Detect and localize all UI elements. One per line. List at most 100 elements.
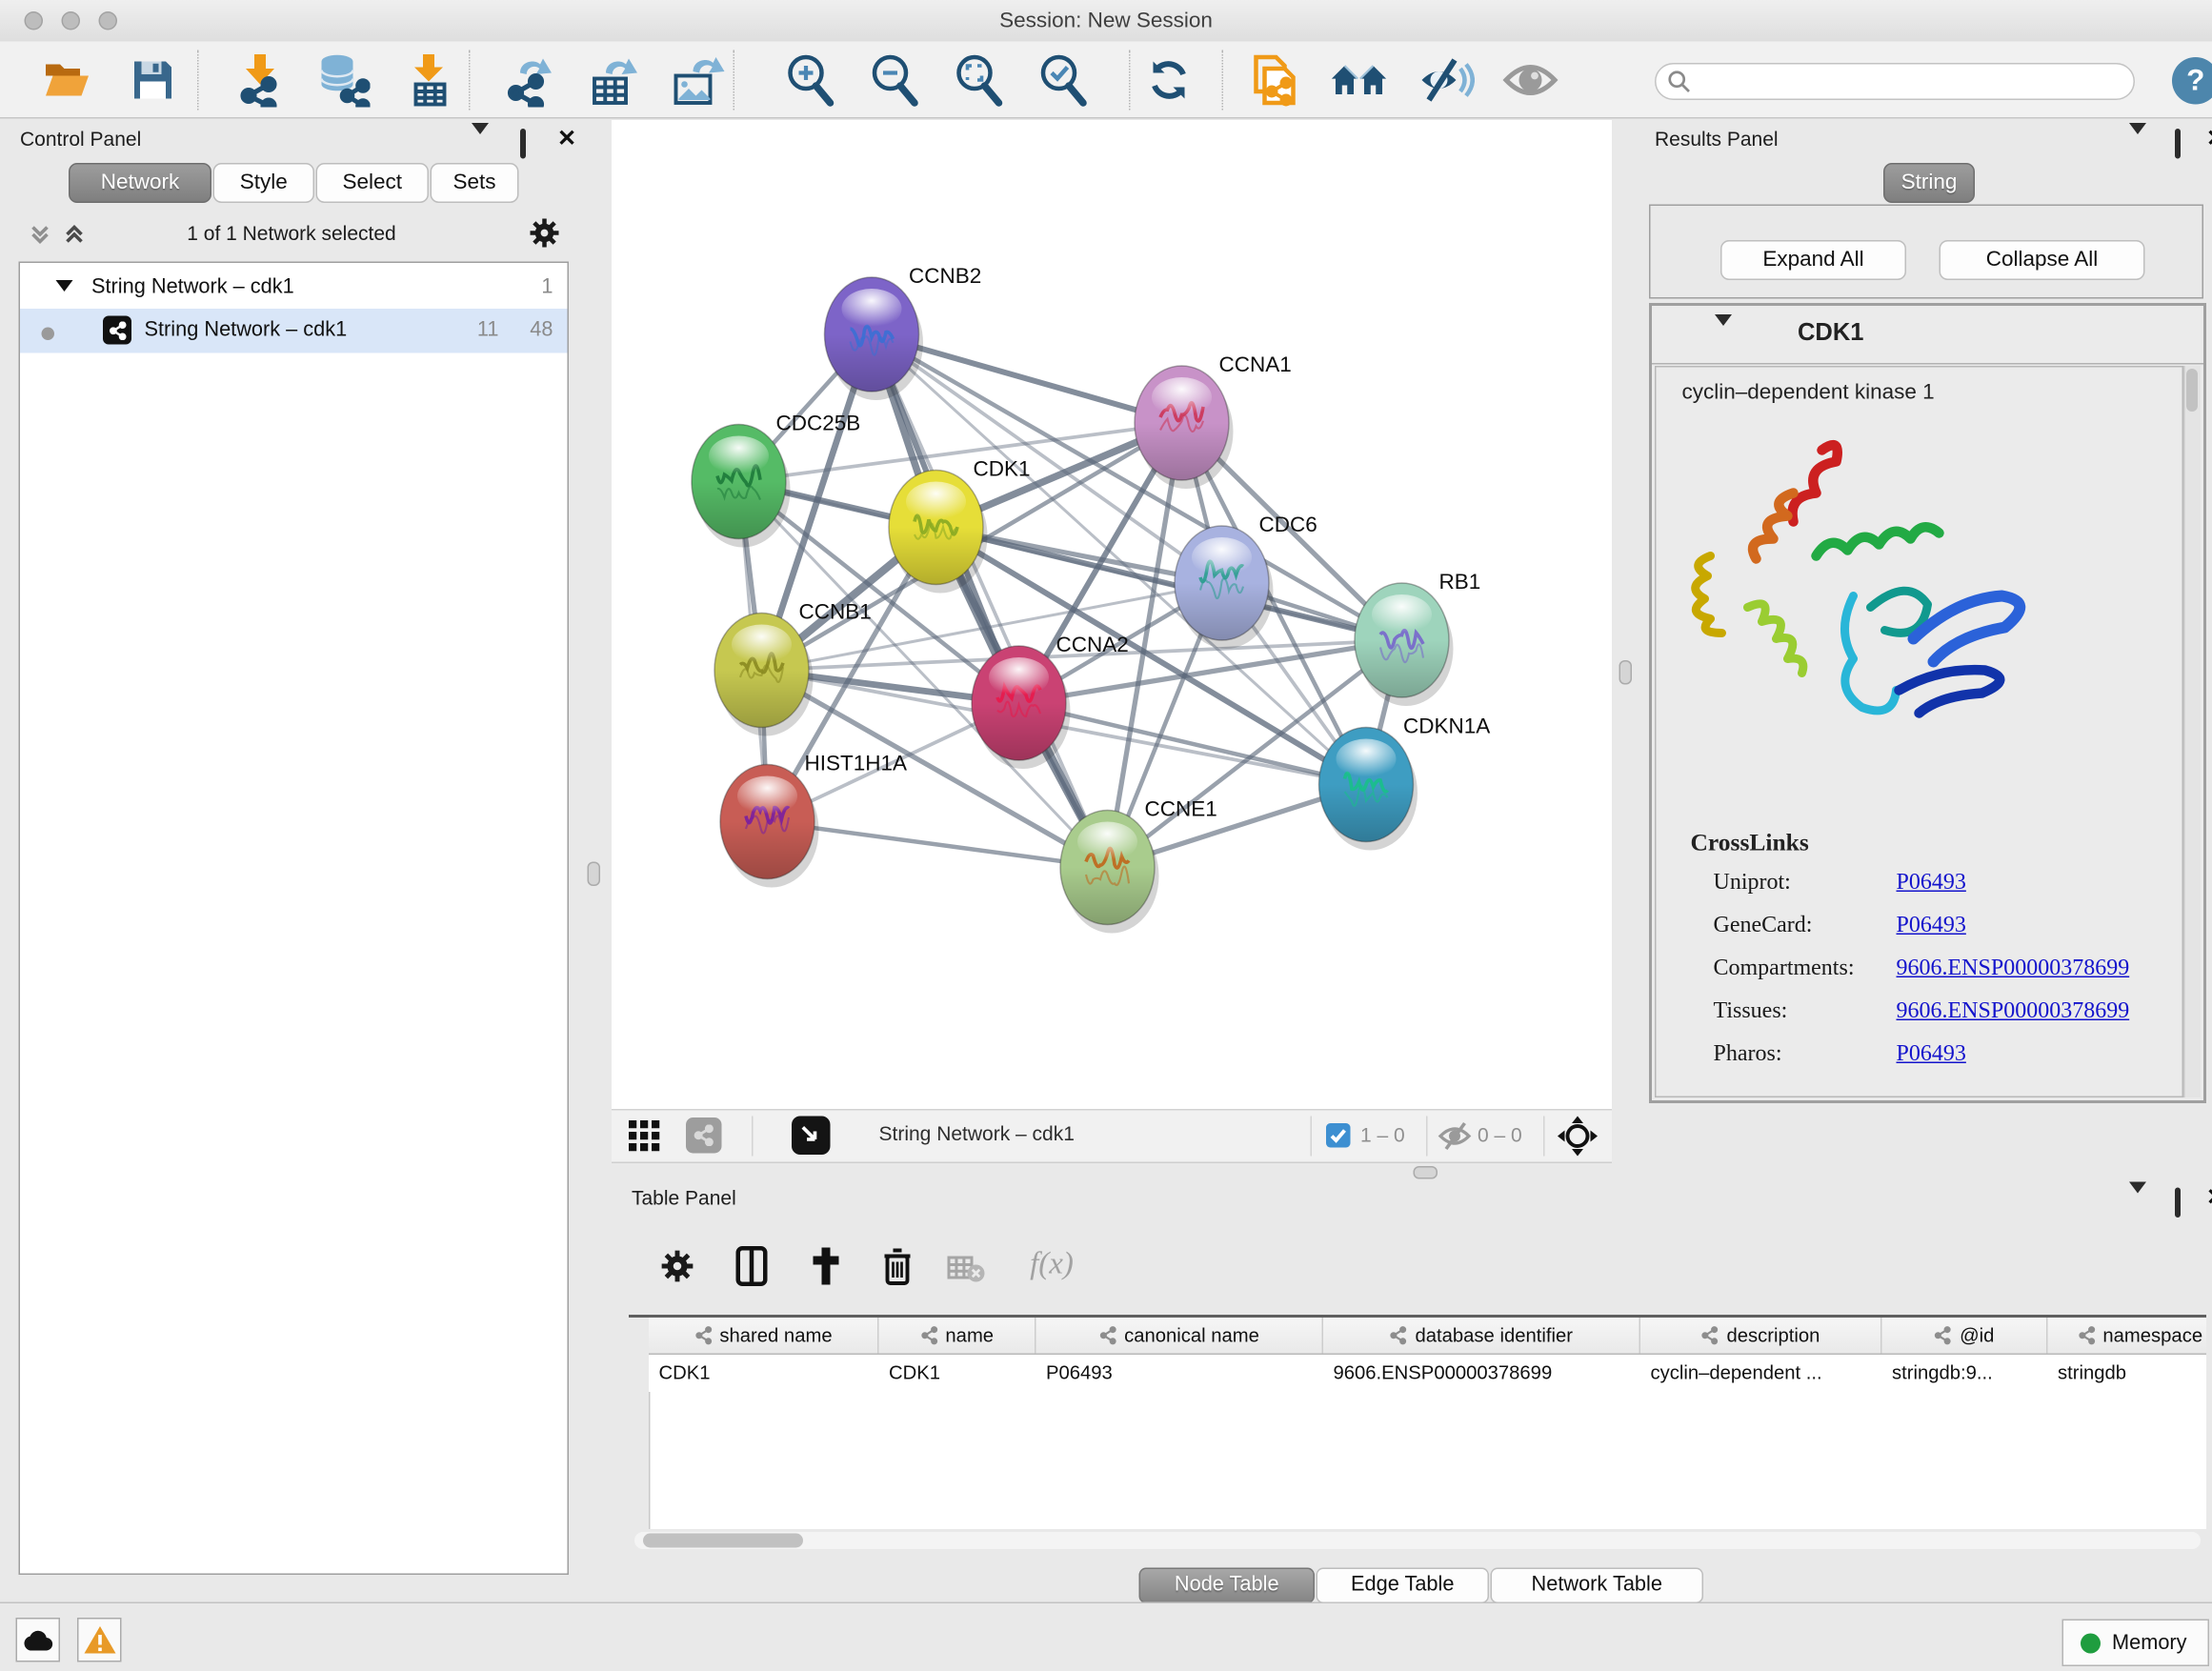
node-CCNA1[interactable]: CCNA1 (1135, 352, 1292, 489)
panel-close-icon[interactable]: ✕ (557, 131, 580, 153)
zoom-out-icon[interactable] (866, 51, 923, 109)
crosslink-value-link[interactable]: P06493 (1897, 914, 1966, 939)
tab-style[interactable]: Style (213, 163, 315, 203)
export-table-icon[interactable] (586, 51, 643, 109)
delete-table-icon[interactable] (943, 1246, 989, 1292)
crosslink-value-link[interactable]: 9606.ENSP00000378699 (1897, 999, 2130, 1025)
column-header-shared-name[interactable]: shared name (649, 1318, 879, 1354)
network-collection-row[interactable]: String Network – cdk1 1 (20, 268, 568, 310)
table-cell[interactable]: CDK1 (649, 1355, 879, 1392)
memory-button[interactable]: Memory (2062, 1620, 2210, 1667)
select-columns-icon[interactable] (729, 1243, 774, 1289)
table-horizontal-scrollbar[interactable] (634, 1532, 2201, 1549)
crosslink-value-link[interactable]: P06493 (1897, 871, 1966, 896)
node-HIST1H1A[interactable]: HIST1H1A (720, 752, 907, 888)
birds-eye-view-icon[interactable] (792, 1117, 831, 1156)
panel-float-icon[interactable] (520, 131, 543, 154)
splitter-handle[interactable] (1414, 1166, 1438, 1179)
node-label: CCNA1 (1219, 352, 1292, 376)
node-CCNE1[interactable]: CCNE1 (1060, 797, 1217, 934)
export-network-icon[interactable] (503, 51, 560, 109)
cloud-status-button[interactable] (16, 1618, 61, 1662)
node-label: CCNA2 (1056, 633, 1129, 656)
show-all-eye-icon[interactable] (1502, 51, 1559, 109)
zoom-selected-icon[interactable] (1035, 51, 1092, 109)
open-session-icon[interactable] (39, 51, 96, 109)
column-header-namespace[interactable]: namespace (2048, 1318, 2212, 1354)
column-header-canonical-name[interactable]: canonical name (1036, 1318, 1324, 1354)
search-input[interactable] (1699, 70, 2134, 94)
tab-edge-table[interactable]: Edge Table (1317, 1568, 1490, 1604)
tab-network-table[interactable]: Network Table (1491, 1568, 1704, 1604)
table-cell[interactable]: stringdb:9... (1882, 1355, 2048, 1392)
table-cell[interactable]: cyclin–dependent ... (1640, 1355, 1882, 1392)
import-network-from-database-icon[interactable] (314, 51, 372, 109)
network-row[interactable]: String Network – cdk1 11 48 (20, 309, 568, 353)
node-CDKN1A[interactable]: CDKN1A (1319, 715, 1491, 851)
table-cell[interactable]: CDK1 (879, 1355, 1036, 1392)
first-neighbors-icon[interactable] (1331, 51, 1388, 109)
table-cell[interactable]: P06493 (1036, 1355, 1324, 1392)
column-header--id[interactable]: @id (1882, 1318, 2048, 1354)
splitter-handle[interactable] (1619, 660, 1633, 685)
network-options-gear-icon[interactable] (529, 217, 560, 249)
current-network-title: String Network – cdk1 (879, 1122, 1075, 1145)
network-current-dot-icon (42, 328, 55, 341)
column-header-description[interactable]: description (1640, 1318, 1882, 1354)
search-field[interactable] (1655, 63, 2135, 100)
crosslink-value-link[interactable]: 9606.ENSP00000378699 (1897, 956, 2130, 982)
network-view-type-icon[interactable] (686, 1117, 722, 1154)
tab-sets[interactable]: Sets (431, 163, 519, 203)
panel-float-icon[interactable] (2175, 1191, 2198, 1214)
tab-node-table[interactable]: Node Table (1139, 1568, 1316, 1604)
panel-menu-icon[interactable] (2129, 1194, 2152, 1217)
add-column-icon[interactable] (803, 1243, 849, 1289)
table-cell[interactable]: 9606.ENSP00000378699 (1323, 1355, 1640, 1392)
network-canvas[interactable]: CCNB2CCNA1CDC25BCDK1CDC6RB1CCNB1CCNA2CDK… (612, 120, 1612, 1109)
table-cell[interactable]: stringdb (2048, 1355, 2212, 1392)
crosslink-value-link[interactable]: P06493 (1897, 1042, 1966, 1068)
refresh-layout-icon[interactable] (1140, 51, 1197, 109)
panel-float-icon[interactable] (2175, 131, 2198, 154)
edge-CCNB2-CCNE1[interactable] (872, 334, 1108, 868)
panel-close-icon[interactable]: ✕ (2206, 1189, 2212, 1212)
edge-CCNA2-CDKN1A[interactable] (1019, 703, 1367, 785)
zoom-fit-icon[interactable] (951, 51, 1008, 109)
collapse-all-button[interactable]: Collapse All (1940, 240, 2145, 280)
table-gear-icon[interactable] (654, 1243, 700, 1289)
splitter-handle[interactable] (588, 862, 601, 887)
tab-string[interactable]: String (1883, 163, 1975, 203)
table-scrollbar-thumb[interactable] (643, 1534, 803, 1548)
panel-close-icon[interactable]: ✕ (2206, 131, 2212, 153)
duplicate-network-icon[interactable] (1248, 51, 1305, 109)
function-builder-icon[interactable]: f(x) (1017, 1240, 1086, 1286)
node-RB1[interactable]: RB1 (1355, 570, 1480, 706)
results-scrollbar-thumb[interactable] (2186, 369, 2198, 412)
import-table-from-file-icon[interactable] (400, 51, 457, 109)
help-button[interactable]: ? (2172, 57, 2212, 105)
delete-column-icon[interactable] (875, 1243, 920, 1289)
gene-section-header[interactable]: CDK1 (1652, 306, 2203, 365)
export-image-icon[interactable] (669, 51, 726, 109)
section-expander-icon[interactable] (1715, 326, 1738, 349)
hide-selected-eye-icon[interactable] (1418, 51, 1475, 109)
panel-menu-icon[interactable] (472, 134, 494, 157)
warning-status-button[interactable] (77, 1618, 122, 1662)
tab-select[interactable]: Select (316, 163, 430, 203)
hidden-count-eye-icon[interactable] (1438, 1122, 1472, 1151)
save-session-icon[interactable] (125, 51, 182, 109)
zoom-in-icon[interactable] (782, 51, 839, 109)
expand-all-button[interactable]: Expand All (1720, 240, 1906, 280)
column-header-database-identifier[interactable]: database identifier (1323, 1318, 1640, 1354)
panel-menu-icon[interactable] (2129, 134, 2152, 157)
column-header-name[interactable]: name (879, 1318, 1036, 1354)
network-view-toolbar: String Network – cdk1 1 – 0 0 – 0 (612, 1109, 1612, 1163)
tab-network[interactable]: Network (69, 163, 211, 203)
node-CDC25B[interactable]: CDC25B (692, 412, 860, 548)
results-scrollbar[interactable] (2183, 366, 2201, 1097)
node-CCNB2[interactable]: CCNB2 (825, 264, 982, 400)
pan-crosshair-icon[interactable] (1558, 1117, 1598, 1157)
grid-view-icon[interactable] (629, 1120, 660, 1152)
selected-count-checkbox[interactable] (1326, 1123, 1351, 1148)
import-network-from-file-icon[interactable] (231, 51, 289, 109)
